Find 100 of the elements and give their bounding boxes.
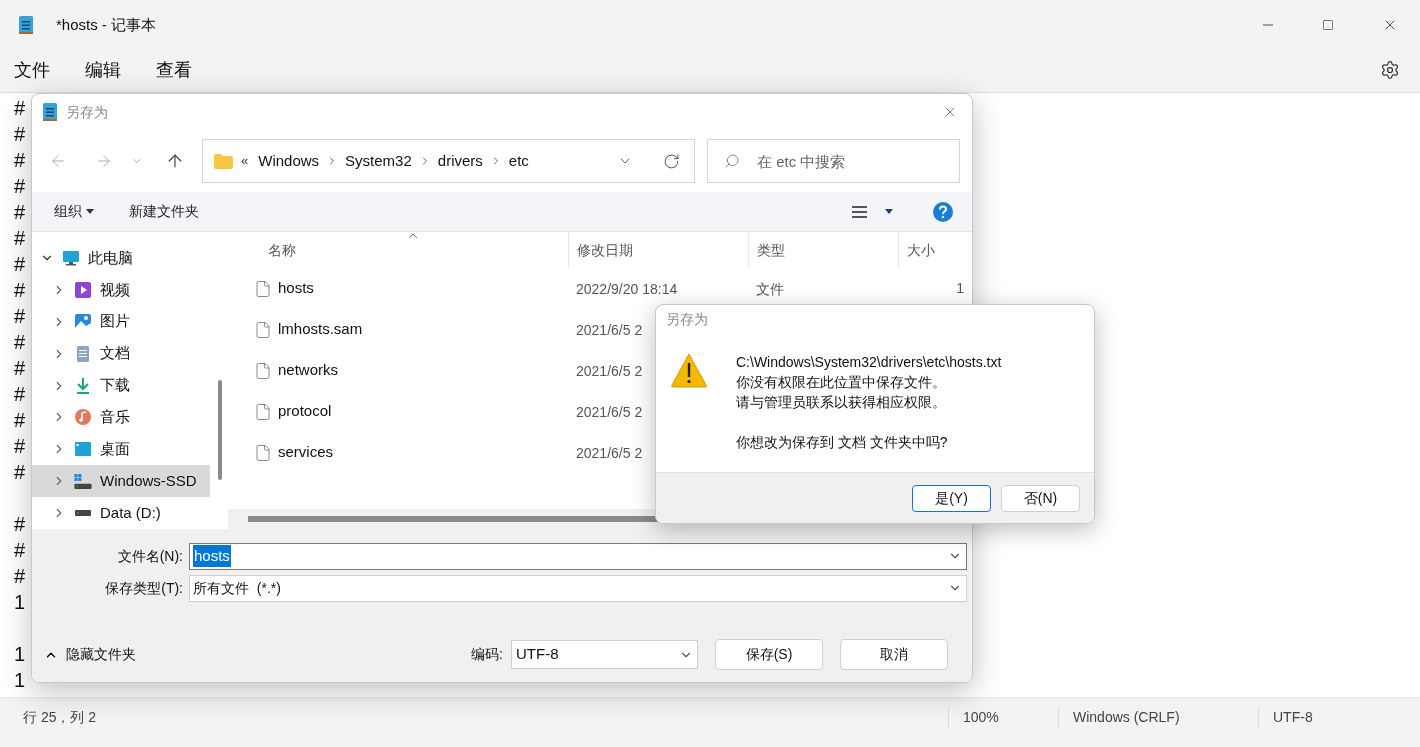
tree-item[interactable]: 下载 (32, 369, 210, 402)
menu-item[interactable]: 编辑 (85, 56, 121, 84)
notepad-icon (42, 102, 58, 122)
hide-folders-toggle[interactable]: 隐藏文件夹 (44, 644, 136, 665)
text-line: # (14, 460, 26, 485)
desktop-icon (74, 440, 92, 459)
date-cell: 2021/6/5 2 (576, 403, 643, 420)
dialog-button[interactable]: 保存(S) (715, 639, 823, 670)
breadcrumb-item[interactable]: etc (508, 149, 529, 173)
size-cell-text: 1 (956, 279, 964, 298)
column-header[interactable]: 类型 (748, 232, 898, 268)
tree-item[interactable]: 文档 (32, 337, 210, 370)
search-icon (724, 153, 740, 169)
field-label: 保存类型(T): (104, 578, 183, 598)
document-icon (74, 344, 92, 363)
date-cell: 2021/6/5 2 (576, 362, 643, 379)
search-field[interactable]: 在 etc 中搜索 (707, 139, 960, 183)
window-title: *hosts - 记事本 (56, 14, 157, 35)
text-line: # (14, 356, 26, 381)
field-label: 文件名(N): (116, 546, 183, 566)
dialog-button[interactable]: 否(N) (1001, 484, 1080, 512)
text-line: # (14, 434, 26, 459)
breadcrumb-item[interactable]: Windows (258, 149, 320, 173)
maximize-icon[interactable] (1322, 19, 1334, 31)
encoding-label: UTF-8 (1273, 709, 1313, 725)
text-line: # (14, 278, 26, 303)
warning-icon (670, 352, 708, 388)
dialog-button[interactable]: 是(Y) (912, 484, 991, 512)
text-line: C:\Windows\System32\drivers\etc\hosts.txt (736, 353, 1002, 372)
drive-icon (75, 510, 91, 517)
file-name[interactable]: hosts (278, 277, 314, 300)
text-line: # (14, 226, 26, 251)
image-icon (74, 312, 92, 331)
menu-item[interactable]: 文件 (14, 56, 50, 84)
help-icon[interactable] (933, 201, 953, 222)
column-header[interactable]: 名称 (228, 232, 568, 268)
download-icon (74, 376, 92, 395)
tree-item[interactable]: Data (D:) (32, 497, 210, 529)
encoding-dropdown[interactable]: UTF-8 (511, 640, 698, 669)
zoom-level: 100% (963, 709, 999, 725)
text-line: # (14, 382, 26, 407)
file-name[interactable]: protocol (278, 400, 332, 423)
overflow-icon[interactable]: « (241, 151, 249, 171)
new-folder-button[interactable]: 新建文件夹 (129, 201, 199, 222)
text-line: # (14, 96, 26, 121)
cursor-position: 行 25，列 2 (23, 708, 97, 727)
text-line: 你想改为保存到 文档 文件夹中吗? (736, 433, 948, 452)
tree-item[interactable]: 桌面 (32, 433, 210, 466)
file-type-dropdown[interactable]: 所有文件 (*.*) (189, 574, 967, 602)
text-line: # (14, 148, 26, 173)
date-cell: 2022/9/20 18:14 (576, 280, 678, 297)
tree-item[interactable]: 此电脑 (32, 242, 210, 274)
file-name[interactable]: services (278, 441, 333, 464)
notepad-icon (18, 15, 34, 35)
scrollbar-thumb[interactable] (218, 380, 222, 480)
text-line: 你没有权限在此位置中保存文件。 (736, 373, 946, 392)
menu-item[interactable]: 查看 (156, 56, 192, 84)
column-header[interactable]: 修改日期 (568, 232, 748, 268)
text-line: 请与管理员联系以获得相应权限。 (736, 393, 946, 412)
text-line: # (14, 538, 26, 563)
monitor-icon (62, 248, 80, 267)
caret-icon[interactable] (885, 209, 893, 214)
dialog-button[interactable]: 取消 (840, 639, 948, 670)
breadcrumb-item[interactable]: drivers (437, 149, 483, 173)
text-line: 1 (14, 668, 26, 693)
text-line: # (14, 122, 26, 147)
file-name[interactable]: lmhosts.sam (278, 318, 363, 341)
settings-icon[interactable] (1380, 60, 1400, 80)
text-line: # (14, 408, 26, 433)
date-cell: 2021/6/5 2 (576, 321, 643, 338)
encoding-label: 编码: (471, 645, 503, 664)
text-line: 1 (14, 642, 26, 667)
dialog-title: 另存为 (666, 310, 708, 329)
refresh-icon[interactable] (663, 152, 680, 170)
tree-item[interactable]: 音乐 (32, 401, 210, 434)
drive-icon (74, 473, 92, 489)
text-line: # (14, 564, 26, 589)
type-cell: 文件 (756, 280, 784, 297)
column-header[interactable]: 大小 (898, 232, 972, 268)
text-line: # (14, 174, 26, 199)
breadcrumb-item[interactable]: System32 (345, 149, 412, 173)
file-name[interactable]: networks (278, 359, 339, 382)
music-icon (74, 408, 92, 427)
address-bar[interactable]: « Windows System32 drivers etc (202, 139, 695, 183)
text-line: # (14, 330, 26, 355)
caret-icon (86, 209, 94, 214)
tree-item[interactable]: 图片 (32, 305, 210, 338)
text-line: # (14, 200, 26, 225)
tree-item[interactable]: Windows-SSD (32, 465, 210, 498)
line-ending: Windows (CRLF) (1073, 709, 1180, 725)
file-name-field[interactable]: hosts (189, 542, 967, 570)
folder-icon (214, 153, 233, 169)
text-line: 1 (14, 590, 26, 615)
tree-item[interactable]: 视频 (32, 273, 210, 306)
list-view-icon[interactable] (852, 205, 867, 218)
text-line: # (14, 252, 26, 277)
text-line: # (14, 512, 26, 537)
organize-button[interactable]: 组织 (54, 201, 94, 222)
dialog-title: 另存为 (66, 102, 108, 122)
text-line: # (14, 304, 26, 329)
